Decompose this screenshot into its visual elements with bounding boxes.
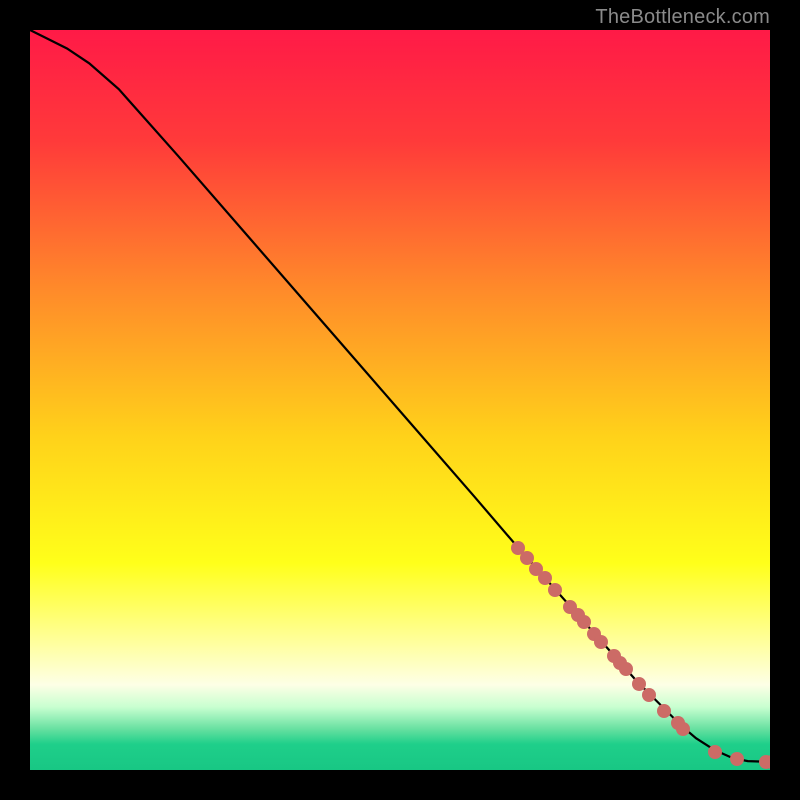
data-point — [619, 662, 633, 676]
data-point — [730, 752, 744, 766]
data-point — [765, 755, 770, 769]
chart-frame: TheBottleneck.com — [0, 0, 800, 800]
data-point — [657, 704, 671, 718]
plot-area — [30, 30, 770, 770]
watermark-text: TheBottleneck.com — [595, 6, 770, 29]
data-point — [708, 745, 722, 759]
data-point — [577, 615, 591, 629]
curve-line — [30, 30, 770, 770]
data-point — [676, 722, 690, 736]
